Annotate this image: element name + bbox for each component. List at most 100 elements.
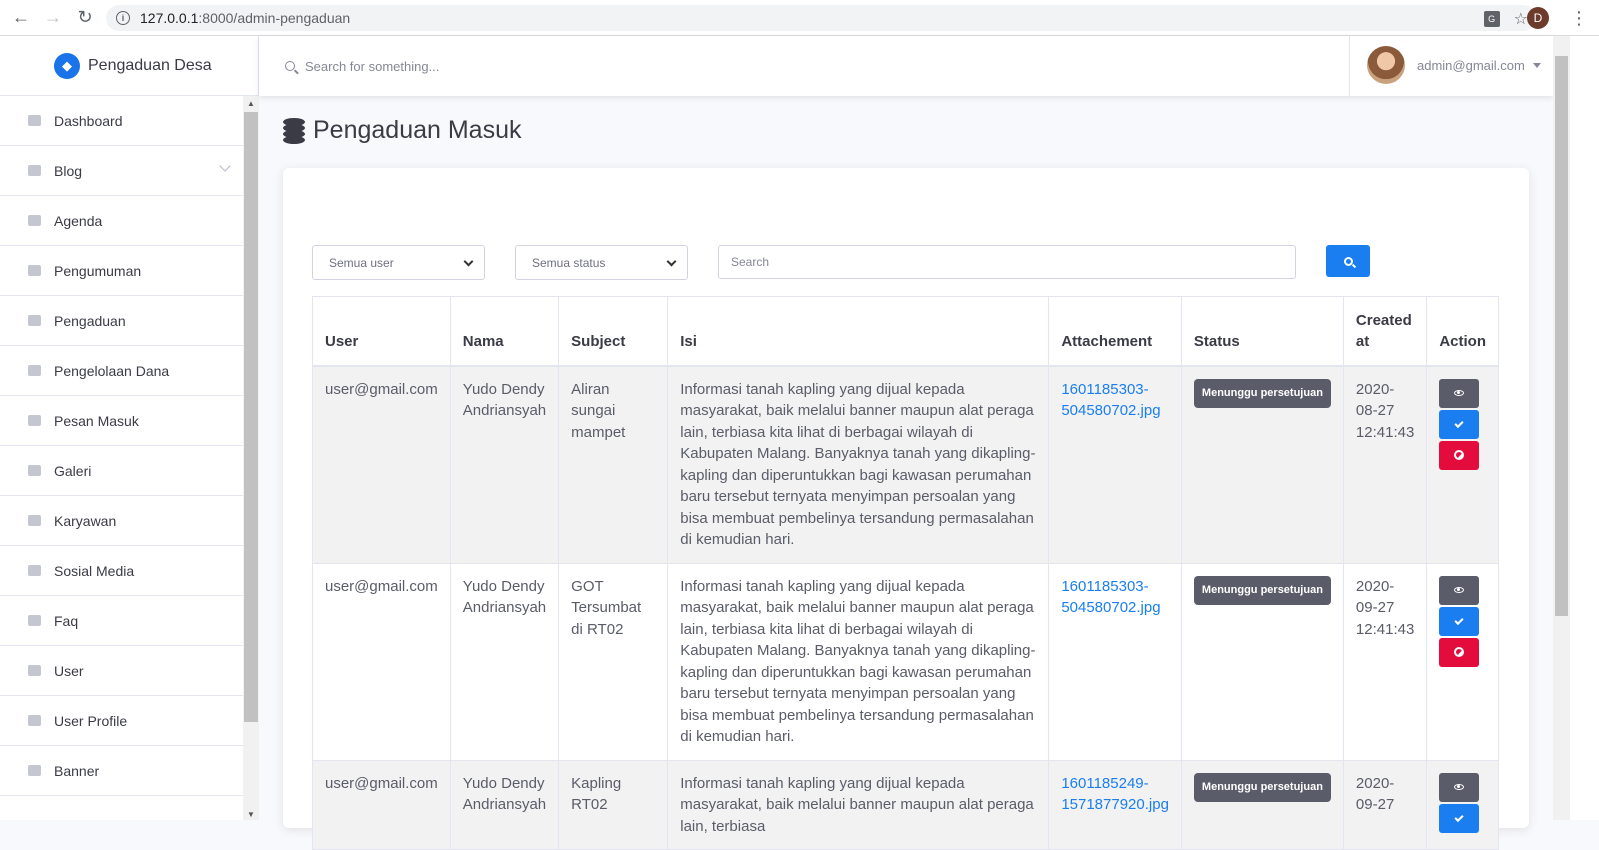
eye-icon [1454, 390, 1465, 396]
bookmark-star-icon[interactable]: ☆ [1514, 9, 1528, 29]
column-header-status[interactable]: Status [1180, 296, 1344, 367]
user-email: admin@gmail.com [1417, 57, 1525, 73]
sidebar-item-label: User [54, 662, 84, 679]
status-badge: Menunggu persetujuan [1193, 378, 1331, 408]
scroll-up-icon[interactable]: ▲ [247, 99, 255, 108]
sidebar-scrollbar[interactable]: ▲ ▼ [243, 96, 259, 820]
cell-created: 2020-08-27 12:41:43 [1342, 365, 1428, 564]
profile-avatar-icon[interactable]: D [1527, 7, 1549, 29]
sidebar-item-user-profile[interactable]: User Profile [0, 696, 243, 746]
sidebar-item-faq[interactable]: Faq [0, 596, 243, 646]
sidebar-item-dashboard[interactable]: Dashboard [0, 96, 243, 146]
sidebar-item-galeri[interactable]: Galeri [0, 446, 243, 496]
brand-logo-icon: ◆ [54, 52, 80, 79]
forward-icon[interactable]: → [42, 7, 64, 29]
approve-button[interactable] [1439, 606, 1480, 636]
scroll-down-icon[interactable]: ▼ [247, 810, 255, 819]
sidebar-item-agenda[interactable]: Agenda [0, 196, 243, 246]
reject-button[interactable] [1439, 637, 1480, 667]
sidebar-item-pengaduan[interactable]: Pengaduan [0, 296, 243, 346]
user-dropdown[interactable]: admin@gmail.com [1367, 46, 1541, 84]
brand[interactable]: ◆ Pengaduan Desa [0, 36, 258, 96]
eye-icon [1454, 784, 1465, 790]
cell-status: Menunggu persetujuan [1180, 365, 1344, 564]
address-bar[interactable]: i 127.0.0.1:8000/admin-pengaduan G ☆ [106, 5, 1536, 31]
sidebar-item-pengelolaan-dana[interactable]: Pengelolaan Dana [0, 346, 243, 396]
sidebar-item-label: Banner [54, 762, 100, 779]
search-icon [285, 61, 295, 71]
search-input-placeholder: Search [731, 255, 770, 269]
blog-icon [28, 165, 41, 176]
cell-subject: GOT Tersumbat di RT02 [558, 562, 669, 761]
cell-nama: Yudo Dendy Andriansyah [449, 365, 560, 564]
browser-toolbar: ← → ↻ i 127.0.0.1:8000/admin-pengaduan G… [0, 0, 1599, 36]
attachment-link[interactable]: 1601185249-1571877920.jpg [1061, 775, 1169, 814]
reload-icon[interactable]: ↻ [74, 7, 96, 29]
search-button[interactable] [1326, 245, 1370, 277]
user-filter-value: Semua user [329, 255, 394, 270]
info-icon[interactable]: i [116, 11, 130, 25]
page-scrollbar[interactable] [1553, 36, 1570, 820]
cell-isi: Informasi tanah kapling yang dijual kepa… [667, 365, 1050, 564]
sidebar-item-blog[interactable]: Blog [0, 146, 243, 196]
column-header-action: Action [1426, 296, 1499, 367]
cell-user: user@gmail.com [312, 562, 451, 761]
sidebar-item-label: Pengaduan [54, 312, 126, 329]
sidebar-item-pengumuman[interactable]: Pengumuman [0, 246, 243, 296]
cell-isi: Informasi tanah kapling yang dijual kepa… [667, 562, 1050, 761]
translate-icon[interactable]: G [1483, 11, 1500, 27]
back-icon[interactable]: ← [10, 7, 32, 29]
sidebar-item-sosial-media[interactable]: Sosial Media [0, 546, 243, 596]
column-header-isi[interactable]: Isi [667, 296, 1050, 367]
cell-attachment: 1601185249-1571877920.jpg [1048, 759, 1182, 850]
window-edge [1570, 36, 1599, 820]
table-row: user@gmail.com Yudo Dendy Andriansyah Al… [312, 365, 1499, 564]
cell-attachment: 1601185303-504580702.jpg [1048, 365, 1182, 564]
topbar-search-placeholder: Search for something... [305, 58, 440, 74]
view-button[interactable] [1439, 575, 1480, 605]
sidebar-item-label: Sosial Media [54, 562, 135, 579]
cell-created: 2020-09-27 [1342, 759, 1428, 850]
column-header-created-at[interactable]: Created at [1342, 296, 1428, 367]
sidebar-item-label: User Profile [54, 712, 128, 729]
user-filter-select[interactable]: Semua user [312, 245, 485, 280]
page-scrollbar-thumb[interactable] [1555, 56, 1568, 616]
column-header-nama[interactable]: Nama [449, 296, 560, 367]
column-header-user[interactable]: User [312, 296, 451, 367]
attachment-link[interactable]: 1601185303-504580702.jpg [1061, 578, 1160, 617]
table-row: user@gmail.com Yudo Dendy Andriansyah Ka… [312, 759, 1499, 850]
status-filter-select[interactable]: Semua status [515, 245, 688, 280]
topbar-divider [1349, 36, 1350, 96]
search-input[interactable]: Search [718, 245, 1296, 279]
sidebar-scrollbar-thumb[interactable] [244, 112, 258, 722]
topbar-search-input[interactable]: Search for something... [259, 59, 439, 74]
sidebar-item-label: Faq [54, 612, 79, 629]
approve-button[interactable] [1439, 409, 1480, 439]
sidebar-item-banner[interactable]: Banner [0, 746, 243, 796]
user-circle-icon [28, 515, 41, 526]
sidebar-item-karyawan[interactable]: Karyawan [0, 496, 243, 546]
sidebar-menu: Dashboard Blog Agenda Pengumuman Pengadu… [0, 96, 243, 796]
sidebar-item-pesan-masuk[interactable]: Pesan Masuk [0, 396, 243, 446]
cell-actions [1426, 759, 1499, 850]
column-header-attachment[interactable]: Attachement [1048, 296, 1182, 367]
search-icon [1343, 256, 1353, 266]
view-button[interactable] [1439, 772, 1480, 802]
sidebar-item-user[interactable]: User [0, 646, 243, 696]
money-icon [28, 365, 41, 376]
cell-nama: Yudo Dendy Andriansyah [449, 562, 560, 761]
topbar: Search for something... admin@gmail.com [259, 36, 1553, 96]
reject-button[interactable] [1439, 440, 1480, 470]
database-icon [283, 117, 305, 144]
approve-button[interactable] [1439, 803, 1480, 833]
browser-menu-icon[interactable]: ⋮ [1570, 7, 1588, 29]
attachment-link[interactable]: 1601185303-504580702.jpg [1061, 381, 1160, 420]
brand-name: Pengaduan Desa [88, 56, 212, 74]
cell-isi: Informasi tanah kapling yang dijual kepa… [667, 759, 1050, 850]
ban-icon [1454, 647, 1465, 657]
column-header-subject[interactable]: Subject [558, 296, 669, 367]
cell-created: 2020-09-27 12:41:43 [1342, 562, 1428, 761]
view-button[interactable] [1439, 378, 1480, 408]
check-icon [1454, 615, 1464, 625]
star-icon [28, 315, 41, 326]
